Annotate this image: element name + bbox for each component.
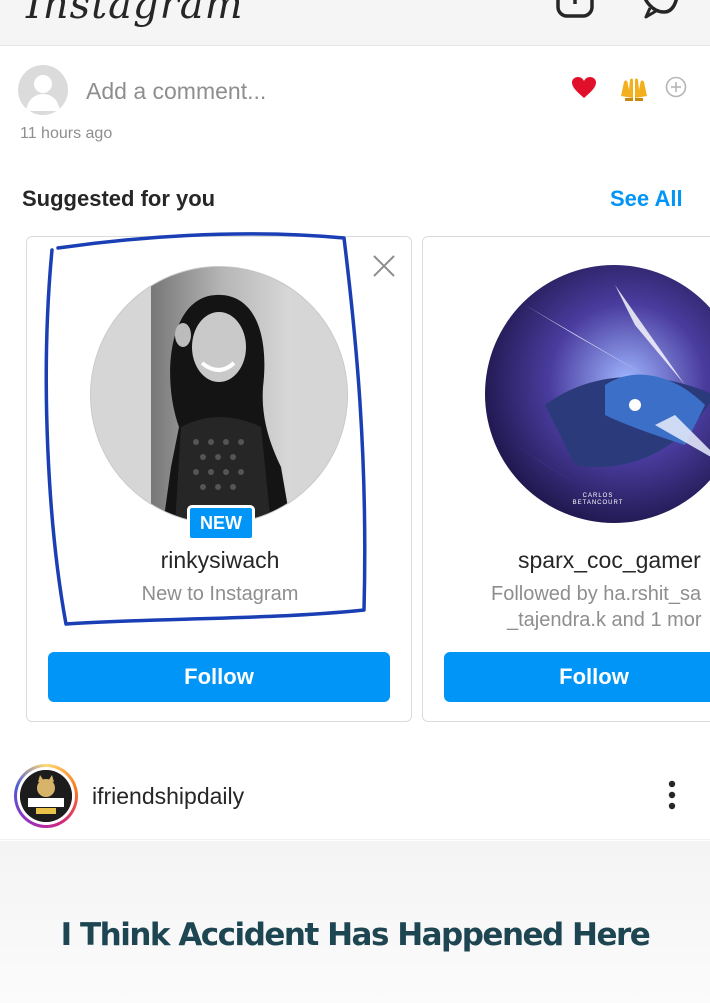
top-bar: Instagram	[0, 0, 710, 46]
cat-logo-icon	[20, 770, 72, 822]
follow-button[interactable]: Follow	[444, 652, 710, 702]
heart-emoji-icon[interactable]	[571, 76, 597, 105]
plus-square-icon[interactable]	[556, 0, 596, 25]
my-avatar	[18, 65, 68, 115]
post-image[interactable]: I Think Accident Has Happened Here	[0, 841, 710, 1003]
post-image-text: I Think Accident Has Happened Here	[60, 917, 651, 953]
post-timestamp: 11 hours ago	[20, 125, 113, 142]
profile-photo-image	[485, 265, 710, 523]
suggested-username[interactable]: sparx_coc_gamer	[518, 547, 701, 574]
profile-photo-image	[91, 267, 347, 523]
post-avatar-image	[20, 770, 72, 822]
close-icon[interactable]	[371, 253, 397, 284]
suggested-subtitle-line2: _tajendra.k and 1 mor	[507, 609, 702, 631]
profile-picture[interactable]	[90, 266, 348, 524]
suggested-username[interactable]: rinkysiwach	[27, 547, 411, 574]
post-username[interactable]: ifriendshipdaily	[92, 783, 244, 810]
suggested-title: Suggested for you	[22, 186, 216, 211]
add-circle-icon[interactable]	[665, 76, 687, 103]
suggested-subtitle: Followed by ha.rshit_sa	[491, 583, 702, 605]
see-all-link[interactable]: See All	[610, 186, 683, 212]
suggested-subtitle: New to Instagram	[141, 583, 299, 605]
more-vertical-icon[interactable]	[660, 779, 684, 818]
suggestion-card[interactable]: CARLOS BETANCOURT sparx_coc_gamer Follow…	[422, 236, 710, 722]
post-header: ifriendshipdaily	[0, 752, 710, 840]
pic-watermark: CARLOS BETANCOURT	[572, 493, 624, 506]
default-user-icon	[26, 75, 60, 111]
new-badge: NEW	[187, 505, 255, 541]
follow-button[interactable]: Follow	[48, 652, 390, 702]
raised-hands-emoji-icon[interactable]	[619, 76, 649, 107]
messenger-icon[interactable]	[638, 0, 682, 25]
profile-picture[interactable]: CARLOS BETANCOURT	[485, 265, 710, 523]
comment-row	[0, 60, 710, 120]
post-avatar[interactable]	[14, 764, 78, 828]
instagram-logo[interactable]: Instagram	[26, 0, 244, 28]
suggestion-card[interactable]: NEW rinkysiwach New to Instagram Follow	[26, 236, 412, 722]
comment-input[interactable]	[86, 76, 506, 106]
